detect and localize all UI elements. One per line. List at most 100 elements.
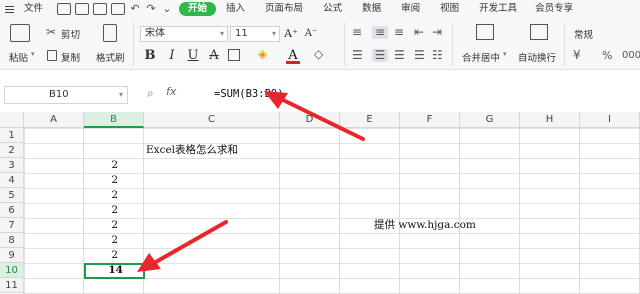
name-box-value: B10 — [49, 89, 69, 100]
print-preview-icon[interactable] — [111, 3, 126, 15]
row-header-5[interactable]: 5 — [0, 188, 24, 203]
undo-icon[interactable]: ↶ — [129, 3, 141, 15]
fx-button[interactable]: fx — [166, 85, 176, 98]
font-name-select[interactable]: 宋体 ▾ — [140, 26, 228, 42]
indent-increase-icon[interactable]: ⇥ — [432, 26, 442, 39]
tab-view[interactable]: 视图 — [434, 0, 465, 18]
wrap-text-icon[interactable] — [530, 24, 548, 40]
select-all-corner[interactable] — [0, 112, 24, 128]
row-header-7[interactable]: 7 — [0, 218, 24, 233]
menu-file[interactable]: 文件 — [18, 0, 49, 18]
column-header-e[interactable]: E — [340, 112, 400, 128]
font-color-button[interactable]: A — [286, 49, 300, 64]
underline-button[interactable]: U — [186, 49, 200, 63]
print-icon[interactable] — [93, 3, 108, 15]
align-center-icon[interactable]: ☰ — [372, 49, 388, 62]
redo-icon[interactable]: ↷ — [145, 3, 157, 15]
name-box[interactable]: B10 ▾ — [4, 86, 128, 104]
column-header-b[interactable]: B — [84, 112, 144, 128]
chevron-down-icon: ▾ — [271, 29, 276, 38]
font-size-select[interactable]: 11 ▾ — [230, 26, 280, 42]
wrap-text-button[interactable]: 自动换行 — [518, 50, 556, 64]
row-header-9[interactable]: 9 — [0, 248, 24, 263]
row-header-6[interactable]: 6 — [0, 203, 24, 218]
zoom-icon[interactable]: ⌕ — [147, 87, 154, 100]
tab-review[interactable]: 审阅 — [395, 0, 426, 18]
formula-input[interactable]: =SUM(B3:B9) — [214, 86, 284, 102]
tab-insert[interactable]: 插入 — [220, 0, 251, 18]
tab-formulas[interactable]: 公式 — [317, 0, 348, 18]
copy-button[interactable]: 复制 — [61, 50, 80, 64]
merge-dropdown[interactable]: ▾ — [503, 50, 507, 58]
thousands-icon[interactable]: 000 — [622, 49, 640, 62]
save-icon[interactable] — [57, 3, 72, 15]
export-icon[interactable] — [75, 3, 90, 15]
align-left-icon[interactable]: ☰ — [352, 49, 363, 62]
tab-page-layout[interactable]: 页面布局 — [259, 0, 309, 18]
cell-b3[interactable]: 2 — [85, 158, 144, 173]
font-size-value: 11 — [235, 28, 248, 39]
cell-c2[interactable]: Excel表格怎么求和 — [146, 143, 238, 158]
row-header-10[interactable]: 10 — [0, 263, 24, 278]
grid-line — [459, 128, 460, 294]
spreadsheet-app: 文件 ↶ ↷ ⌄ 开始 插入 页面布局 公式 数据 审阅 视图 开发工具 会员专… — [0, 0, 640, 294]
cell-b8[interactable]: 2 — [85, 233, 144, 248]
cell-b6[interactable]: 2 — [85, 203, 144, 218]
column-header-a[interactable]: A — [24, 112, 84, 128]
grid-line — [23, 128, 24, 294]
cell-b4[interactable]: 2 — [85, 173, 144, 188]
cell-b5[interactable]: 2 — [85, 188, 144, 203]
merge-icon[interactable] — [476, 24, 494, 40]
row-header-4[interactable]: 4 — [0, 173, 24, 188]
column-header-f[interactable]: F — [400, 112, 460, 128]
align-middle-icon[interactable]: ≡ — [372, 26, 388, 39]
align-bottom-icon[interactable]: ≡ — [394, 26, 404, 39]
row-header-11[interactable]: 11 — [0, 278, 24, 293]
column-header-i[interactable]: I — [580, 112, 640, 128]
eraser-icon[interactable]: ◇ — [314, 48, 323, 61]
menu-icon[interactable] — [0, 0, 18, 18]
strikethrough-button[interactable]: A — [207, 49, 221, 63]
currency-icon[interactable]: ¥ — [573, 49, 581, 62]
align-right-icon[interactable]: ☰ — [394, 49, 405, 62]
grid-line — [339, 128, 340, 294]
tab-start[interactable]: 开始 — [179, 2, 217, 16]
cut-button[interactable]: 剪切 — [61, 27, 80, 41]
cell-b10-total[interactable]: 14 — [85, 263, 145, 278]
chevron-down-icon[interactable]: ⌄ — [161, 3, 173, 15]
justify-icon[interactable]: ☰ — [414, 49, 425, 62]
format-painter-button[interactable]: 格式刷 — [96, 50, 125, 64]
indent-decrease-icon[interactable]: ⇤ — [414, 26, 424, 39]
row-header-2[interactable]: 2 — [0, 143, 24, 158]
increase-font-icon[interactable]: A⁺ — [284, 27, 298, 41]
paste-dropdown[interactable]: ▾ — [31, 50, 35, 58]
number-format-select[interactable]: 常规 — [574, 27, 593, 41]
row-header-8[interactable]: 8 — [0, 233, 24, 248]
cell-b7[interactable]: 2 — [85, 218, 144, 233]
merge-center-button[interactable]: 合并居中 — [462, 50, 500, 64]
grid-line — [279, 128, 280, 294]
format-painter-icon[interactable] — [103, 24, 117, 42]
column-header-d[interactable]: D — [280, 112, 340, 128]
tab-data[interactable]: 数据 — [356, 0, 387, 18]
fill-color-icon[interactable]: ◈ — [258, 48, 267, 61]
bold-button[interactable]: B — [143, 49, 157, 63]
tab-member[interactable]: 会员专享 — [529, 0, 579, 18]
column-header-h[interactable]: H — [520, 112, 580, 128]
divider — [133, 22, 134, 66]
column-header-c[interactable]: C — [144, 112, 280, 128]
distributed-icon[interactable]: ☷ — [432, 49, 443, 62]
decrease-font-icon[interactable]: A⁻ — [304, 27, 318, 41]
italic-button[interactable]: I — [165, 49, 179, 63]
formula-bar: B10 ▾ ⌕ fx =SUM(B3:B9) — [0, 70, 640, 112]
align-top-icon[interactable]: ≡ — [352, 26, 362, 39]
column-header-g[interactable]: G — [460, 112, 520, 128]
percent-icon[interactable]: % — [602, 49, 612, 62]
row-header-1[interactable]: 1 — [0, 128, 24, 143]
paste-icon[interactable] — [10, 24, 30, 42]
cell-b9[interactable]: 2 — [85, 248, 144, 263]
row-header-3[interactable]: 3 — [0, 158, 24, 173]
paste-button[interactable]: 粘贴 — [9, 50, 28, 64]
border-icon[interactable] — [228, 49, 240, 61]
tab-developer[interactable]: 开发工具 — [473, 0, 523, 18]
